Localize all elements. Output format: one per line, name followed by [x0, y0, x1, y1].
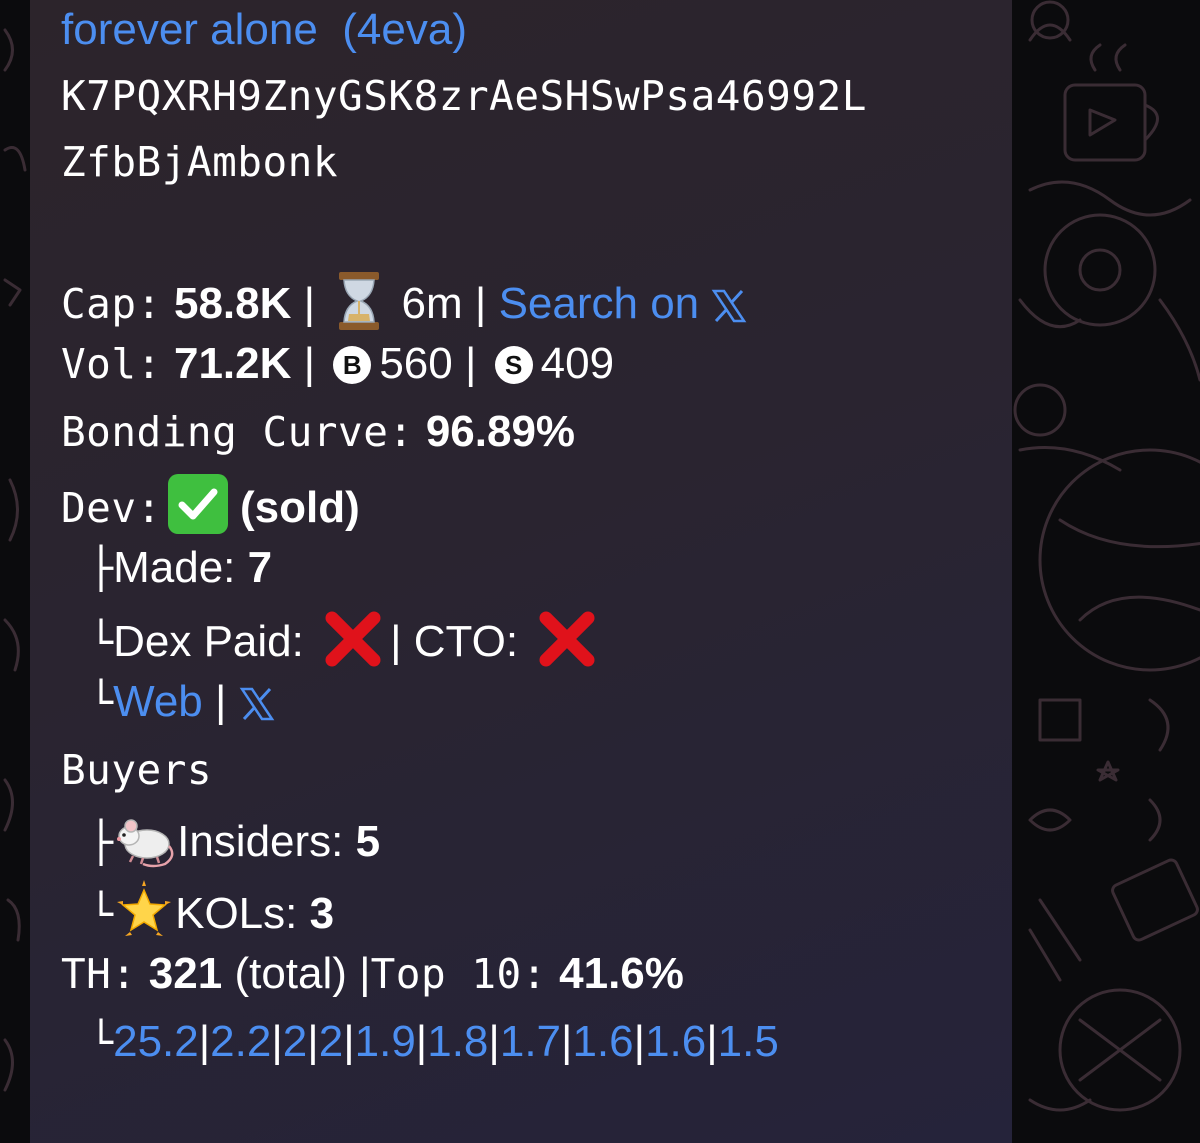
token-ticker[interactable]: (4eva)	[342, 5, 467, 54]
glowing-star-icon	[117, 880, 172, 936]
bonding-curve-value: 96.89%	[425, 407, 576, 456]
vol-label: Vol:	[61, 340, 162, 388]
made-label: Made:	[113, 543, 236, 592]
sells-count: 409	[540, 339, 615, 388]
contract-address-line-2[interactable]: ZfbBjAmbonk	[61, 136, 338, 188]
age-value: 6m	[401, 279, 463, 328]
holder-percent-link[interactable]: 1.6	[572, 1017, 633, 1066]
top10-label: Top 10:	[370, 950, 547, 998]
separator: |	[415, 1017, 428, 1066]
separator: |	[343, 1017, 355, 1066]
holders-total: 321	[148, 949, 223, 998]
x-logo-icon[interactable]	[239, 687, 275, 721]
check-mark-icon	[167, 474, 228, 534]
top10-value: 41.6%	[559, 949, 684, 998]
volume-row: Vol: 71.2K | B 560 | S 409	[61, 338, 614, 390]
sells-badge-icon: S	[494, 346, 533, 384]
separator: |	[561, 1017, 573, 1066]
holders-row: TH: 321 (total) |Top 10: 41.6%	[61, 948, 684, 1000]
buys-count: 560	[379, 339, 453, 388]
cross-mark-icon	[325, 611, 381, 667]
dev-dex-row: └Dex Paid: | CTO:	[89, 608, 604, 667]
holder-percent-link[interactable]: 1.5	[718, 1017, 779, 1066]
x-logo-icon[interactable]	[711, 289, 747, 323]
token-name[interactable]: forever alone	[61, 5, 318, 54]
kols-value: 3	[309, 889, 335, 938]
dev-links-row: └Web |	[89, 676, 275, 728]
buys-badge-icon: B	[333, 346, 372, 384]
dev-row: Dev: (sold)	[61, 474, 360, 534]
separator: |	[488, 1017, 500, 1066]
holder-percent-link[interactable]: 1.8	[427, 1017, 488, 1066]
separator: |	[303, 279, 316, 328]
separator: |	[303, 339, 316, 388]
holder-percent-link[interactable]: 2.2	[210, 1017, 271, 1066]
separator: |	[474, 279, 487, 328]
made-value: 7	[247, 543, 273, 592]
insiders-value: 5	[355, 817, 381, 866]
web-link[interactable]: Web	[113, 677, 203, 726]
tree-branch: └	[89, 620, 114, 666]
separator: |	[633, 1017, 646, 1066]
search-on-x-label[interactable]: Search on	[499, 279, 700, 328]
separator: |	[198, 1017, 211, 1066]
bonding-curve-label: Bonding Curve:	[61, 408, 414, 456]
hourglass-icon	[339, 272, 380, 330]
cap-label: Cap:	[61, 280, 162, 328]
cross-mark-icon	[539, 611, 595, 667]
holder-percent-link[interactable]: 1.6	[645, 1017, 706, 1066]
kols-label: KOLs:	[175, 889, 298, 938]
separator: |	[271, 1017, 283, 1066]
separator: |	[359, 949, 371, 998]
cap-value: 58.8K	[173, 279, 292, 328]
dev-label: Dev:	[61, 484, 162, 532]
kols-row: └ KOLs: 3	[89, 880, 334, 938]
buyers-label: Buyers	[61, 746, 213, 794]
separator: |	[464, 339, 477, 388]
holder-percent-link[interactable]: 1.7	[500, 1017, 561, 1066]
holder-percent-link[interactable]: 2	[319, 1017, 343, 1066]
holders-total-label: (total)	[234, 949, 347, 998]
tree-branch: └	[89, 680, 114, 726]
insiders-row: ├ Insiders: 5	[89, 812, 381, 868]
tree-branch: └	[89, 892, 114, 938]
tree-branch: ├	[89, 820, 114, 866]
bonding-curve-row: Bonding Curve: 96.89%	[61, 406, 575, 458]
separator: |	[706, 1017, 718, 1066]
holder-percent-link[interactable]: 25.2	[113, 1017, 199, 1066]
cto-label: | CTO:	[390, 617, 519, 666]
holders-label: TH:	[61, 950, 137, 998]
dev-made-row: ├Made: 7	[89, 542, 272, 594]
contract-address-line-1[interactable]: K7PQXRH9ZnyGSK8zrAeSHSwPsa46992L	[61, 70, 867, 122]
vol-value: 71.2K	[173, 339, 292, 388]
insiders-label: Insiders:	[177, 817, 344, 866]
tree-branch: └	[89, 1020, 114, 1066]
message-bubble: forever alone (4eva) K7PQXRH9ZnyGSK8zrAe…	[30, 0, 1012, 1143]
dex-paid-label: Dex Paid:	[113, 617, 304, 666]
holder-distribution[interactable]: 25.2|2.2|2|2|1.9|1.8|1.7|1.6|1.6|1.5	[113, 1017, 779, 1066]
search-on-x-link[interactable]: Search on	[499, 279, 748, 328]
dev-status: (sold)	[239, 483, 360, 532]
holder-percent-link[interactable]: 2	[283, 1017, 307, 1066]
tree-branch: ├	[89, 546, 114, 592]
separator: |	[307, 1017, 319, 1066]
token-title[interactable]: forever alone (4eva)	[61, 4, 467, 56]
holder-percent-link[interactable]: 1.9	[355, 1017, 416, 1066]
rat-icon	[117, 819, 174, 868]
separator: |	[215, 677, 227, 726]
cap-row: Cap: 58.8K | 6m | Search on	[61, 270, 747, 330]
holders-distribution-row: └25.2|2.2|2|2|1.9|1.8|1.7|1.6|1.6|1.5	[89, 1016, 779, 1068]
